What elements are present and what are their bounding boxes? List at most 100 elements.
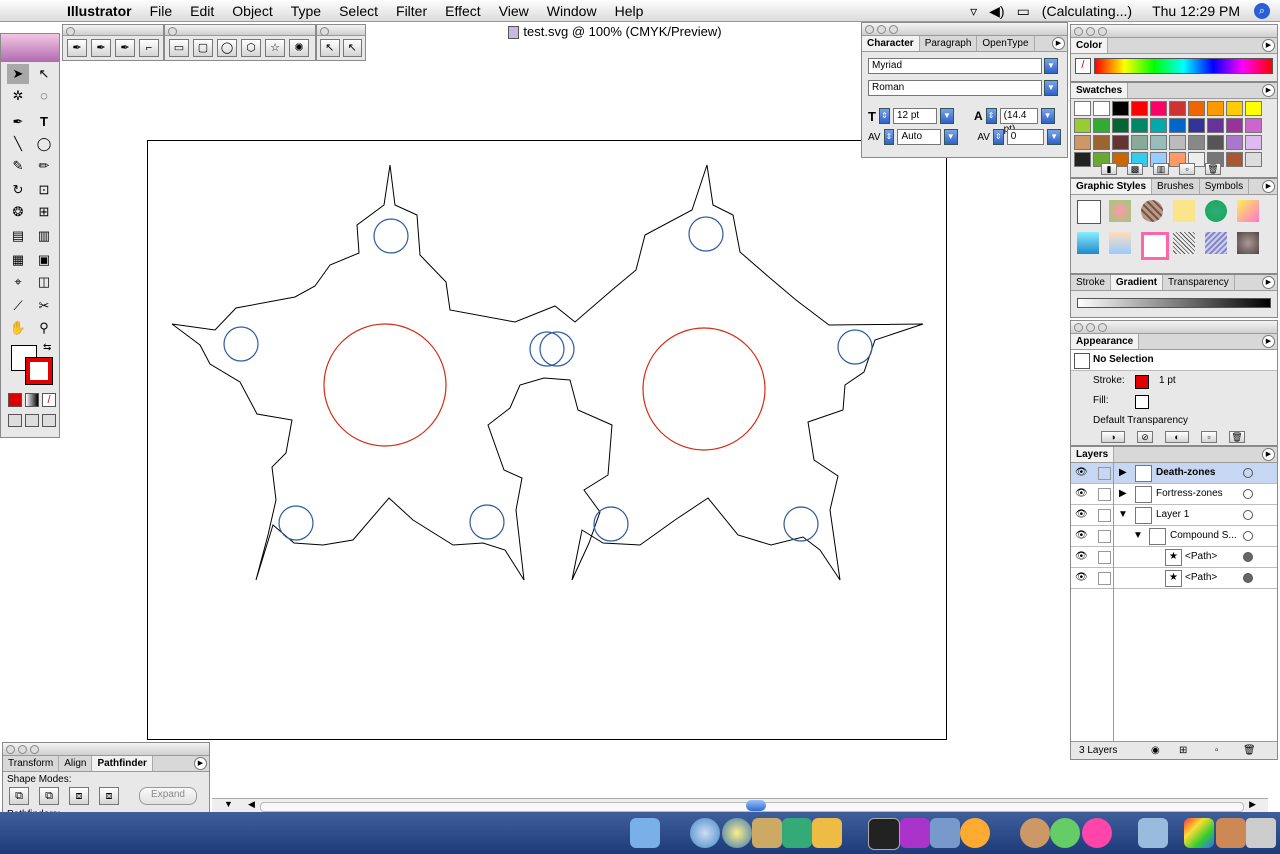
target-circle-icon[interactable] xyxy=(1243,489,1253,499)
swatch[interactable] xyxy=(1226,135,1243,150)
tab-stroke[interactable]: Stroke xyxy=(1071,275,1111,290)
swatch[interactable] xyxy=(1207,101,1224,116)
new-swatch-icon[interactable]: ▫ xyxy=(1179,163,1195,175)
panel-menu-icon[interactable]: ▶ xyxy=(1262,180,1275,193)
eye-icon[interactable]: 👁 xyxy=(1075,484,1088,504)
swatch[interactable] xyxy=(1169,118,1186,133)
swatch[interactable] xyxy=(1150,101,1167,116)
swatch[interactable] xyxy=(1245,101,1262,116)
stroke-swatch[interactable] xyxy=(25,357,53,385)
panel-menu-icon[interactable]: ▶ xyxy=(1052,37,1065,50)
color-mode-icon[interactable] xyxy=(8,393,22,407)
warp-tool-icon[interactable]: ❂ xyxy=(7,202,29,222)
terminal-icon[interactable] xyxy=(868,818,900,850)
style-default-swatch[interactable] xyxy=(1077,200,1101,224)
tracking-stepper[interactable]: ⇕ xyxy=(992,129,1004,145)
flare-tool-icon[interactable]: ✺ xyxy=(289,39,309,57)
layer-row-layer-1[interactable]: 👁 ▼ Layer 1 xyxy=(1071,505,1277,526)
fill-color-chip[interactable] xyxy=(1135,395,1149,409)
leading-field[interactable]: (14.4 pt) xyxy=(999,108,1038,135)
free-transform-tool-icon[interactable]: ⊞ xyxy=(33,202,55,222)
tab-paragraph[interactable]: Paragraph xyxy=(920,36,978,51)
kerning-stepper[interactable]: ⇕ xyxy=(883,129,895,145)
style-swatch[interactable] xyxy=(1109,232,1131,254)
swatch[interactable] xyxy=(1245,152,1262,167)
style-swatch[interactable] xyxy=(1237,200,1259,222)
layer-row-path[interactable]: 👁 ★ <Path> xyxy=(1071,568,1277,589)
paintbrush-tool-icon[interactable]: ✎ xyxy=(7,156,29,176)
pen-tool-icon[interactable]: ✒ xyxy=(67,39,87,57)
style-swatch[interactable] xyxy=(1077,232,1099,254)
scroll-thumb[interactable] xyxy=(746,800,766,811)
style-swatch[interactable] xyxy=(1205,200,1227,222)
gradient-mode-icon[interactable] xyxy=(25,393,39,407)
group-selection-tool-icon[interactable]: ↖ xyxy=(342,39,362,57)
tab-layers[interactable]: Layers xyxy=(1071,447,1115,462)
kerning-dropdown-icon[interactable]: ▼ xyxy=(943,129,958,145)
layer-row-death-zones[interactable]: 👁 ▶ Death-zones xyxy=(1071,463,1277,484)
leading-dropdown-icon[interactable]: ▼ xyxy=(1040,108,1055,124)
swatch[interactable] xyxy=(1074,152,1091,167)
line-tool-icon[interactable]: ╲ xyxy=(7,134,29,154)
swatch[interactable] xyxy=(1169,135,1186,150)
font-style-field[interactable]: Roman xyxy=(868,80,1042,96)
style-swatch[interactable] xyxy=(1205,232,1227,254)
none-mode-icon[interactable]: / xyxy=(42,393,56,407)
tab-color[interactable]: Color xyxy=(1071,38,1109,53)
ellipse-tool-icon[interactable]: ◯ xyxy=(33,134,55,154)
collapse-triangle-icon[interactable]: ▼ xyxy=(1133,526,1143,546)
app-icon[interactable] xyxy=(1184,818,1214,848)
tab-opentype[interactable]: OpenType xyxy=(977,36,1035,51)
new-layer-icon[interactable]: ▫ xyxy=(1215,742,1219,760)
collapse-triangle-icon[interactable]: ▼ xyxy=(1118,505,1128,525)
tab-transparency[interactable]: Transparency xyxy=(1163,275,1235,290)
ellipse-tool-icon[interactable]: ◯ xyxy=(217,39,237,57)
hand-tool-icon[interactable]: ✋ xyxy=(7,318,29,338)
clear-appearance-icon[interactable]: ⊘ xyxy=(1137,431,1153,443)
swatch[interactable] xyxy=(1207,118,1224,133)
target-circle-icon[interactable] xyxy=(1243,531,1253,541)
swatch[interactable] xyxy=(1112,101,1129,116)
standard-screen-mode-icon[interactable] xyxy=(8,414,22,427)
lock-toggle[interactable] xyxy=(1098,572,1111,585)
layer-name[interactable]: <Path> xyxy=(1185,547,1217,567)
show-color-swatches-icon[interactable]: ▩ xyxy=(1127,163,1143,175)
swatch[interactable] xyxy=(1226,152,1243,167)
swatch[interactable] xyxy=(1207,135,1224,150)
swatch[interactable] xyxy=(1093,101,1110,116)
rotate-tool-icon[interactable]: ↻ xyxy=(7,180,29,200)
style-swatch[interactable] xyxy=(1109,200,1131,222)
style-swatch[interactable] xyxy=(1237,232,1259,254)
polygon-tool-icon[interactable]: ⬡ xyxy=(241,39,261,57)
illustrator-icon[interactable] xyxy=(1082,818,1112,848)
none-color-icon[interactable]: / xyxy=(1075,58,1091,74)
font-size-dropdown-icon[interactable]: ▼ xyxy=(939,108,954,124)
tab-graphic-styles[interactable]: Graphic Styles xyxy=(1071,179,1153,194)
zoom-tool-icon[interactable]: ⚲ xyxy=(33,318,55,338)
safari-icon[interactable] xyxy=(690,818,720,848)
delete-layer-icon[interactable]: 🗑 xyxy=(1243,742,1256,760)
swatch[interactable] xyxy=(1131,135,1148,150)
swatch[interactable] xyxy=(1131,118,1148,133)
swatch[interactable] xyxy=(1131,101,1148,116)
itunes-icon[interactable] xyxy=(1050,818,1080,848)
appearance-fill-row[interactable]: Fill: xyxy=(1071,391,1277,411)
layer-name[interactable]: Death-zones xyxy=(1156,463,1215,483)
tab-align[interactable]: Align xyxy=(59,756,93,771)
panel-menu-icon[interactable]: ▶ xyxy=(1262,448,1275,461)
scroll-menu-icon[interactable]: ▼ xyxy=(224,799,233,809)
kerning-field[interactable]: Auto xyxy=(897,129,941,145)
lock-toggle[interactable] xyxy=(1098,488,1111,501)
new-sublayer-icon[interactable]: ⊞ xyxy=(1179,742,1187,760)
layer-name[interactable]: Layer 1 xyxy=(1156,505,1189,525)
panel-menu-icon[interactable]: ▶ xyxy=(1262,276,1275,289)
swatch[interactable] xyxy=(1074,135,1091,150)
app-icon[interactable] xyxy=(1138,818,1168,848)
swatch[interactable] xyxy=(1150,118,1167,133)
intersect-shape-icon[interactable]: ⧈ xyxy=(69,787,89,805)
duplicate-item-icon[interactable]: ▫ xyxy=(1201,431,1217,443)
target-circle-icon[interactable] xyxy=(1243,468,1253,478)
app-icon[interactable] xyxy=(900,818,930,848)
font-size-field[interactable]: 12 pt xyxy=(892,108,937,124)
tab-transform[interactable]: Transform xyxy=(3,756,60,771)
